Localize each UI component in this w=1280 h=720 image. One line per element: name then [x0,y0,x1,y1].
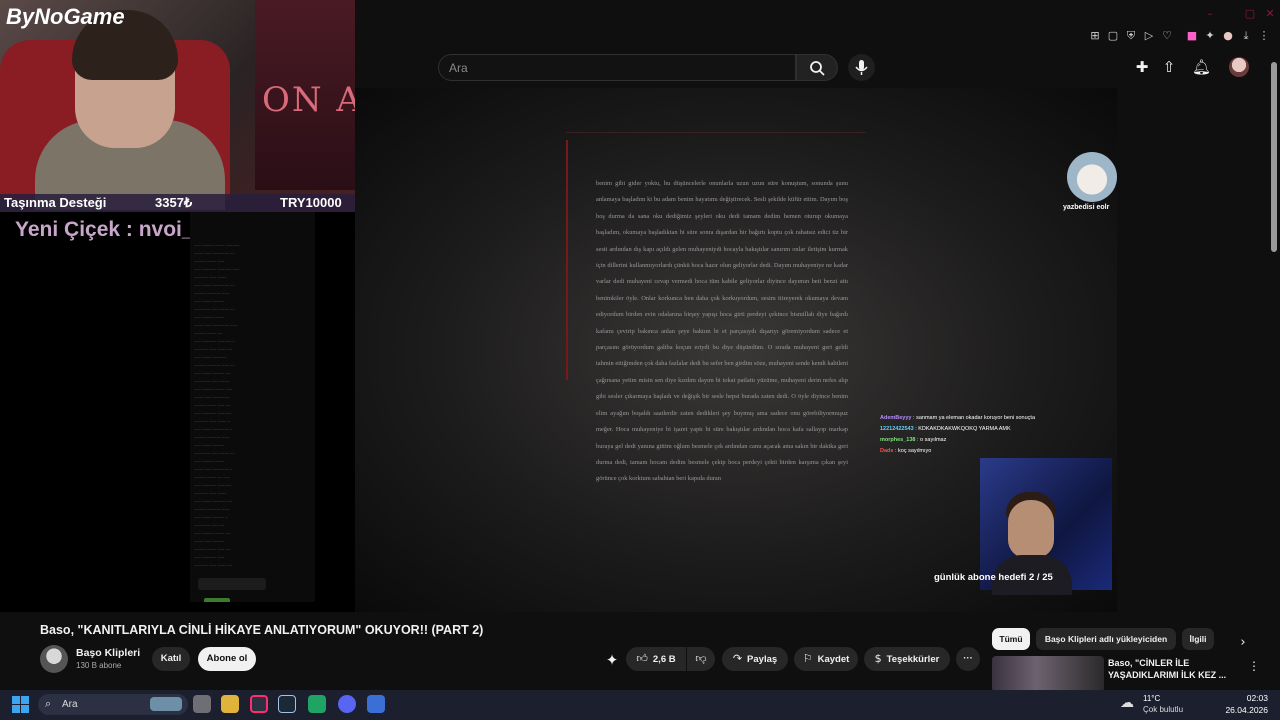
thanks-icon: $ [874,652,882,665]
overlay-chat: AdemBeyyy : sanmam ya eleman okadar koru… [880,413,1110,457]
play-icon[interactable]: ▷ [1143,30,1155,42]
guest-face [1008,500,1054,558]
save-button[interactable]: ⚐ Kaydet [794,647,858,671]
search-button[interactable] [796,54,838,81]
discord-icon[interactable] [338,695,356,713]
voice-search-button[interactable] [848,54,875,81]
chat-message: 12212422543 : KDKAKDKAKWKQOKQ YARMA AMK [880,424,1110,435]
chat-text: : KDKAKDKAKWKQOKQ YARMA AMK [915,426,1011,432]
minimize-icon[interactable]: – [1204,8,1216,20]
opera-gx-icon[interactable] [250,695,268,713]
thumbs-up-icon: 👍︎ [636,652,648,665]
document-margin-line [566,140,568,380]
extension-icon[interactable]: ■ [1186,30,1198,42]
bookmark-icon[interactable]: ⊞ [1089,30,1101,42]
notifications-icon[interactable]: 🔔︎ [1192,58,1211,76]
search-icon: ⌕ [45,697,52,710]
maximize-icon[interactable]: ▢ [1244,8,1256,20]
share-icon: ↷ [732,652,743,665]
donation-goal-label: Taşınma Desteği [4,195,107,210]
channel-subscriber-count: 130 B abone [76,661,122,670]
bookmark-icon: ⚐ [802,652,813,665]
weather-icon: ☁ [1120,695,1134,711]
search-highlight-icon[interactable] [150,697,182,711]
create-icon[interactable]: ✚ [1133,58,1151,76]
channel-avatar[interactable] [40,645,68,673]
recommendation-thumbnail[interactable] [992,656,1104,692]
extension-icon[interactable]: ✦ [603,651,621,669]
clock-date[interactable]: 26.04.2026 [1222,705,1268,715]
windows-taskbar [0,690,1280,720]
upload-icon[interactable]: ⇧ [1160,58,1178,76]
chat-text: : sanmam ya eleman okadar koruyor beni s… [913,415,1036,421]
thanks-button[interactable]: $ Teşekkürler [864,647,950,671]
task-view-icon[interactable] [193,695,211,713]
chat-username: Dads [880,448,894,454]
like-count: 2,6 B [652,654,676,665]
stream-chat-thumbnail: ~~~ ~~~~~ ~~~~ ~~~~~~ ~~~~ ~~~ ~~~~~~~ ~… [190,212,315,602]
download-icon[interactable]: ⤓ [1240,30,1252,42]
chip-all[interactable]: Tümü [992,628,1030,650]
puzzle-icon[interactable]: ✦ [1204,30,1216,42]
page-scrollbar[interactable] [1271,62,1277,252]
recommendation-title[interactable]: Baso, "CİNLER İLE YAŞADIKLARIMI İLK KEZ … [1108,657,1238,681]
share-label: Paylaş [747,654,778,665]
menu-icon[interactable]: ⋮ [1258,30,1270,42]
chat-message: Dads : koç sayılmıyo [880,446,1110,457]
start-button[interactable] [12,696,30,714]
poster-text: ON A [262,80,363,120]
share-button[interactable]: ↷ Paylaş [722,647,788,671]
file-explorer-icon[interactable] [221,695,239,713]
document-divider [566,132,866,133]
chat-username: AdemBeyyy [880,415,912,421]
like-button[interactable]: 👍︎ 2,6 B [626,647,686,671]
more-icon: ··· [963,653,973,664]
chat-username: morphes_138 [880,437,916,443]
chat-text: : koç sayılmıyo [894,448,932,454]
channel-logo: ByNoGame [6,4,125,29]
profile-icon[interactable]: ● [1222,30,1234,42]
story-document-text: benim gibi gider yoktu, bu düşüncelerle … [596,180,848,483]
thumbs-down-icon: 👎︎ [695,652,707,665]
subscriber-goal-caption: günlük abone hedefi 2 / 25 [934,572,1053,583]
app-icon[interactable] [308,695,326,713]
cat-avatar-label: yazbedisi eolr [1063,204,1110,211]
donation-bar: Taşınma Desteği 3357₺ TRY10000 [0,194,355,212]
chat-message: morphes_138 : o sayılmaz [880,435,1110,446]
join-button[interactable]: Katıl [152,647,190,671]
shield-icon[interactable]: ⛨ [1125,30,1137,42]
donation-current: 3357₺ [155,195,193,210]
more-actions-button[interactable]: ··· [956,647,980,671]
close-icon[interactable]: ✕ [1264,8,1276,20]
clock-time[interactable]: 02:03 [1222,693,1268,703]
chip-uploader[interactable]: Başo Klipleri adlı yükleyiciden [1036,628,1176,650]
subscribe-button[interactable]: Abone ol [198,647,256,671]
weather-description[interactable]: Çok bulutlu [1143,705,1183,714]
microphone-icon [855,60,868,75]
cat-avatar [1067,152,1117,202]
save-label: Kaydet [817,654,850,665]
chat-text: : o sayılmaz [917,437,947,443]
search-input[interactable]: Ara [438,54,796,81]
chat-username: 12212422543 [880,426,914,432]
chat-message: AdemBeyyy : sanmam ya eleman okadar koru… [880,413,1110,424]
steam-icon[interactable] [278,695,296,713]
video-sidebar-gap [1117,88,1280,612]
recommendation-menu-icon[interactable]: ⋮ [1245,657,1263,675]
screenshot-icon[interactable]: ▢ [1107,30,1119,42]
account-avatar[interactable] [1229,57,1249,77]
donation-target: TRY10000 [280,195,342,210]
video-title: Baso, "KANITLARIYLA CİNLİ HİKAYE ANLATIY… [40,623,484,637]
search-icon [810,61,825,76]
dislike-button[interactable]: 👎︎ [687,647,715,671]
channel-name[interactable]: Başo Klipleri [76,647,140,659]
thanks-label: Teşekkürler [886,654,940,665]
chip-related[interactable]: İlgili [1182,628,1214,650]
chevron-right-icon[interactable]: › [1234,634,1252,652]
windows-logo-icon [12,696,20,704]
settings-icon[interactable] [367,695,385,713]
heart-icon[interactable]: ♡ [1161,30,1173,42]
weather-temperature[interactable]: 11°C [1143,694,1160,703]
